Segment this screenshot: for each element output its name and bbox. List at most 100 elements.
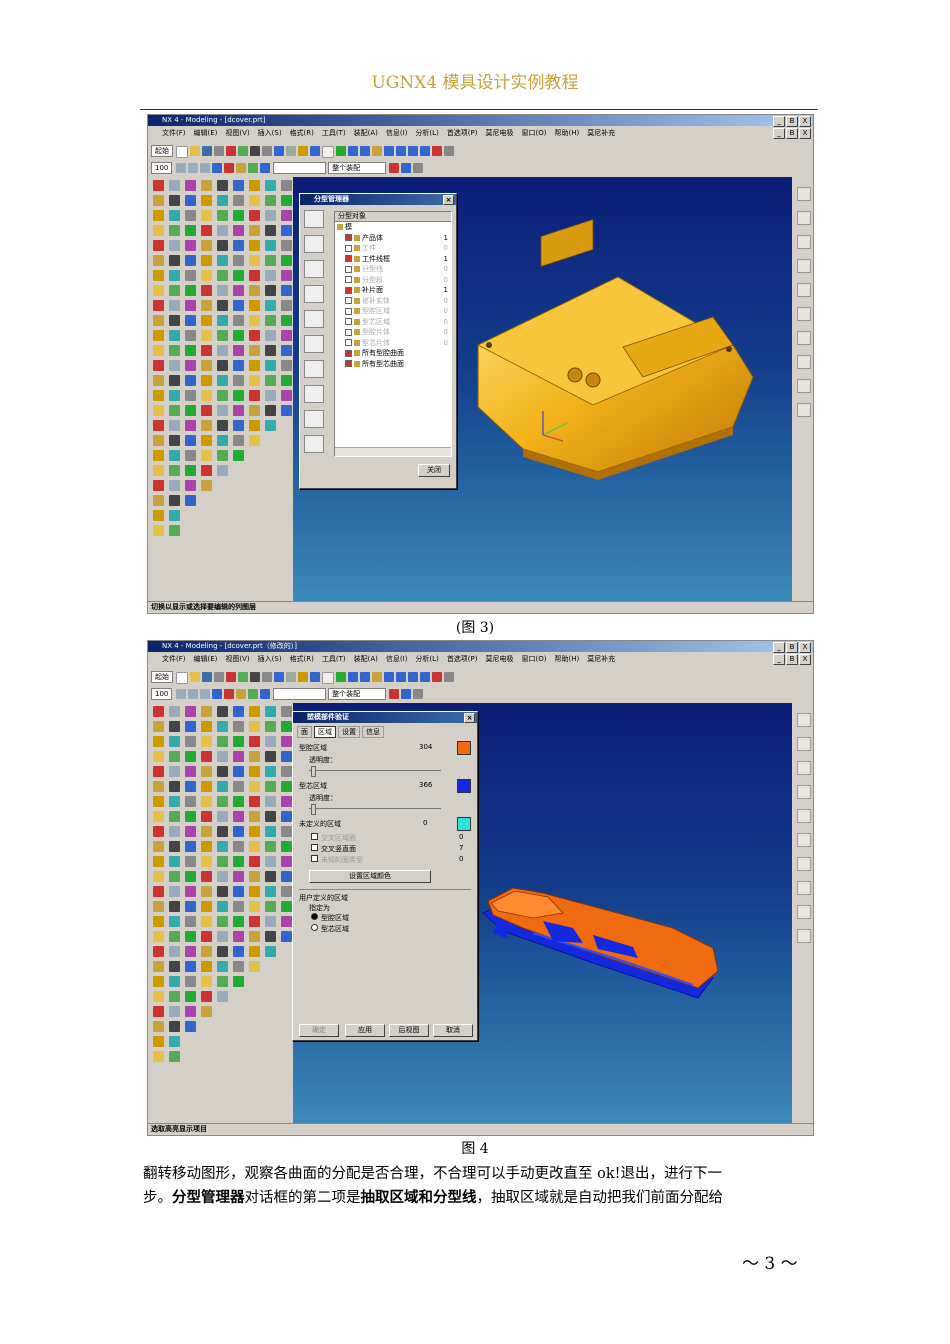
tree-row[interactable]: 修补实体 0 [335, 296, 451, 307]
tool-icon[interactable] [200, 435, 212, 446]
tool-icon[interactable] [216, 315, 228, 326]
tool-icon[interactable] [152, 1021, 164, 1032]
tool-icon[interactable] [232, 435, 244, 446]
resource-tab-icon[interactable] [797, 857, 811, 871]
tool-icon[interactable] [168, 916, 180, 927]
tree-row[interactable]: 分型段 0 [335, 275, 451, 286]
tool-icon[interactable] [264, 345, 276, 356]
tool-icon[interactable] [216, 195, 228, 206]
tool-icon[interactable] [184, 255, 196, 266]
tool-icon[interactable] [168, 886, 180, 897]
tool-icon[interactable] [152, 270, 164, 281]
tool-icon[interactable] [168, 435, 180, 446]
resource-tab-icon[interactable] [797, 929, 811, 943]
tool-icon[interactable] [232, 360, 244, 371]
tool-icon[interactable] [248, 901, 260, 912]
doc-minimize-button[interactable]: _ [773, 654, 785, 665]
tool-icon[interactable] [216, 390, 228, 401]
tab-faces[interactable]: 面 [297, 726, 312, 738]
tool-icon[interactable] [152, 225, 164, 236]
tool-icon[interactable] [152, 405, 164, 416]
tool-icon[interactable] [152, 961, 164, 972]
tool-icon[interactable] [280, 736, 292, 747]
tool-icon[interactable] [200, 240, 212, 251]
tool-icon[interactable] [184, 375, 196, 386]
tool-icon[interactable] [168, 871, 180, 882]
tool-icon[interactable] [152, 721, 164, 732]
tool-icon[interactable] [200, 1006, 212, 1017]
tool-icon[interactable] [200, 345, 212, 356]
tool-icon[interactable] [248, 345, 260, 356]
tool-icon[interactable] [200, 480, 212, 491]
tool-icon[interactable] [232, 721, 244, 732]
assembly-filter-select[interactable]: 整个装配 [328, 162, 387, 174]
tool-icon[interactable] [280, 210, 292, 221]
tool-icon[interactable] [168, 826, 180, 837]
tool-icon[interactable] [184, 991, 196, 1002]
tool-icon[interactable] [232, 270, 244, 281]
minimize-button[interactable]: _ [773, 642, 785, 653]
tool-icon[interactable] [184, 240, 196, 251]
tool-icon[interactable] [152, 751, 164, 762]
parting-step-button[interactable] [304, 410, 324, 428]
tool-icon[interactable] [152, 736, 164, 747]
tool-icon[interactable] [264, 706, 276, 717]
tool-icon[interactable] [216, 856, 228, 867]
visibility-checkbox[interactable] [345, 234, 352, 241]
tool-icon[interactable] [168, 300, 180, 311]
radio-core-icon[interactable] [311, 924, 318, 931]
tree-row[interactable]: 所有型腔曲面 [335, 348, 451, 359]
close-window-button[interactable]: X [799, 116, 811, 127]
maximize-button[interactable]: B [786, 642, 798, 653]
tool-icon[interactable] [280, 240, 292, 251]
visibility-checkbox[interactable] [345, 255, 352, 262]
menu-item[interactable]: 窗口(O) [522, 129, 547, 137]
tool-icon[interactable] [232, 931, 244, 942]
tool-icon[interactable] [280, 405, 292, 416]
tool-icon[interactable] [168, 721, 180, 732]
tool-icon[interactable] [184, 826, 196, 837]
tool-icon[interactable] [168, 360, 180, 371]
tool-icon[interactable] [248, 931, 260, 942]
tool-icon[interactable] [216, 781, 228, 792]
tool-icon[interactable] [216, 345, 228, 356]
tool-icon[interactable] [264, 270, 276, 281]
tool-icon[interactable] [264, 766, 276, 777]
tool-icon[interactable] [200, 706, 212, 717]
tool-icon[interactable] [168, 991, 180, 1002]
tool-icon[interactable] [184, 330, 196, 341]
tool-icon[interactable] [184, 300, 196, 311]
tool-icon[interactable] [152, 195, 164, 206]
assembly-filter-select[interactable]: 整个装配 [328, 688, 387, 700]
apply-button[interactable]: 应用 [345, 1024, 385, 1037]
tool-icon[interactable] [232, 450, 244, 461]
visibility-checkbox[interactable] [345, 265, 352, 273]
tool-icon[interactable] [232, 330, 244, 341]
tool-icon[interactable] [216, 796, 228, 807]
tool-icon[interactable] [280, 195, 292, 206]
tool-icon[interactable] [168, 210, 180, 221]
tool-icon[interactable] [248, 916, 260, 927]
tool-icon[interactable] [152, 796, 164, 807]
visibility-checkbox[interactable] [345, 360, 352, 367]
menu-item[interactable]: 文件(F) [162, 129, 186, 137]
parting-step-button[interactable] [304, 260, 324, 278]
tool-icon[interactable] [200, 961, 212, 972]
tool-icon[interactable] [168, 330, 180, 341]
close-button[interactable]: 关闭 [418, 464, 450, 477]
subitem-checkbox[interactable] [311, 833, 318, 840]
menu-item[interactable]: 插入(S) [258, 129, 282, 137]
tool-icon[interactable] [184, 390, 196, 401]
tool-icon[interactable] [264, 285, 276, 296]
tool-icon[interactable] [152, 315, 164, 326]
resource-tab-icon[interactable] [797, 713, 811, 727]
tool-icon[interactable] [264, 240, 276, 251]
visibility-checkbox[interactable] [345, 286, 352, 294]
menu-item[interactable]: 信息(I) [386, 129, 408, 137]
menu-item[interactable]: 视图(V) [225, 655, 249, 663]
tool-icon[interactable] [200, 796, 212, 807]
tool-icon[interactable] [168, 841, 180, 852]
tool-icon[interactable] [168, 345, 180, 356]
tool-icon[interactable] [264, 856, 276, 867]
tool-icon[interactable] [232, 420, 244, 431]
